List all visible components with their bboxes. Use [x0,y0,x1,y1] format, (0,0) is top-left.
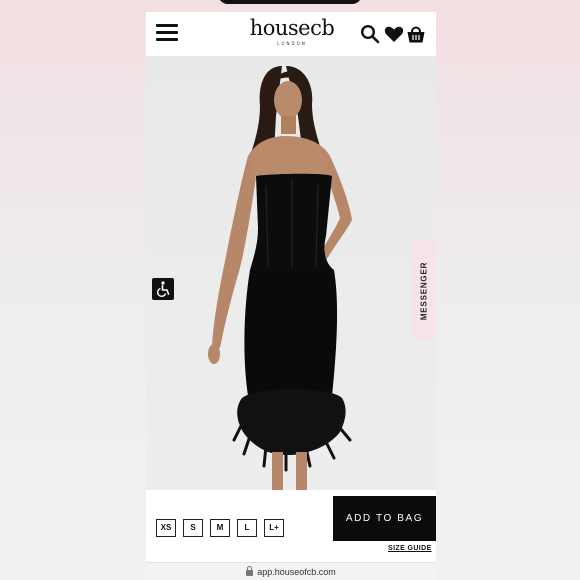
size-option-s[interactable]: S [183,519,203,537]
size-option-m[interactable]: M [210,519,230,537]
browser-url-bar[interactable]: app.houseofcb.com [146,562,436,580]
url-text: app.houseofcb.com [257,567,336,577]
shopping-bag-icon[interactable] [406,24,426,44]
size-guide-link[interactable]: SIZE GUIDE [388,545,432,552]
logo-text: housecb [249,16,335,40]
site-header: housecb LONDON [146,12,436,56]
logo-subtext: LONDON [277,41,307,46]
size-option-l-plus[interactable]: L+ [264,519,284,537]
accessibility-button[interactable] [152,278,174,300]
messenger-label: MESSENGER [419,261,429,321]
size-option-l[interactable]: L [237,519,257,537]
search-icon[interactable] [360,24,380,44]
add-to-bag-button[interactable]: ADD TO BAG [333,496,436,541]
heart-icon[interactable] [384,24,404,44]
product-image[interactable]: MESSENGER [146,56,436,490]
size-option-xs[interactable]: XS [156,519,176,537]
phone-screen: housecb LONDON MESSENGER XS S M L L+ ADD… [146,12,436,580]
model-photo [208,66,352,490]
hamburger-menu-icon[interactable] [156,22,178,42]
messenger-tab[interactable]: MESSENGER [412,241,436,341]
device-notch [218,0,362,4]
wheelchair-icon [156,281,170,298]
brand-logo[interactable]: housecb LONDON [242,16,342,46]
lock-icon [246,566,254,576]
